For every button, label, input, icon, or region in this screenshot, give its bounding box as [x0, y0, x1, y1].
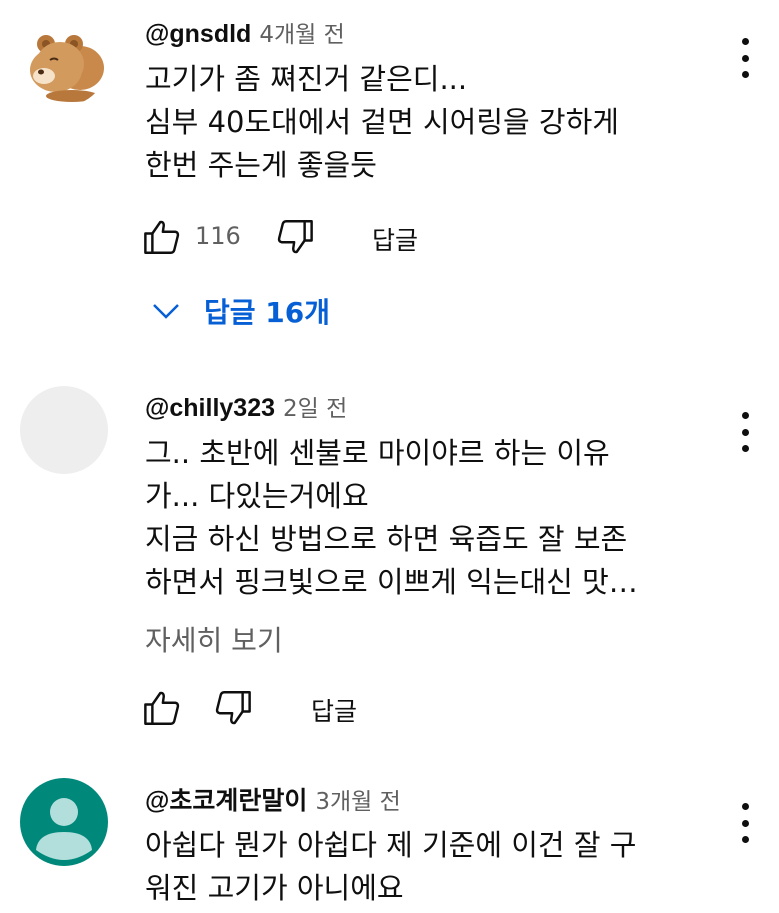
- comment-author[interactable]: @초코계란말이: [145, 787, 307, 815]
- avatar[interactable]: [20, 778, 108, 866]
- comment-line: 가... 다있는거에요: [145, 479, 369, 513]
- comment-text: 그.. 초반에 센불로 마이야르 하는 이유 가... 다있는거에요 지금 하신…: [145, 432, 705, 604]
- comment-text: 고기가 좀 쪄진거 같은디... 심부 40도대에서 겉면 시어링을 강하게 한…: [145, 58, 705, 187]
- like-button[interactable]: [137, 683, 187, 733]
- comment-line: 아쉽다 뭔가 아쉽다 제 기준에 이건 잘 구: [145, 828, 637, 862]
- comment-actions: 116 답글: [137, 212, 457, 262]
- comment-menu-button[interactable]: [733, 412, 757, 452]
- avatar[interactable]: [20, 18, 108, 106]
- comment-line: 지금 하신 방법으로 하면 육즙도 잘 보존: [145, 522, 628, 556]
- comment-line: 고기가 좀 쪄진거 같은디...: [145, 62, 468, 96]
- thumbs-down-icon: [215, 691, 251, 725]
- comment-timestamp[interactable]: 3개월 전: [315, 789, 400, 815]
- chevron-down-icon: [153, 304, 179, 319]
- comment-actions: 답글: [137, 683, 397, 733]
- comment-menu-button[interactable]: [733, 38, 757, 78]
- comment-line: 심부 40도대에서 겉면 시어링을 강하게: [145, 105, 619, 139]
- more-vert-icon: [741, 412, 749, 419]
- more-vert-icon: [741, 803, 749, 810]
- comment-author[interactable]: @chilly323: [145, 394, 275, 422]
- read-more-link[interactable]: 자세히 보기: [145, 619, 283, 659]
- view-replies-button[interactable]: 답글 16개: [150, 289, 330, 333]
- reply-button[interactable]: 답글: [372, 221, 418, 257]
- default-person-icon: [36, 798, 92, 860]
- like-count: 116: [195, 222, 241, 250]
- thumbs-down-icon: [277, 220, 313, 254]
- comment-author[interactable]: @gnsdld: [145, 20, 251, 48]
- thumbs-up-icon: [144, 691, 180, 725]
- comment-line: 그.. 초반에 센불로 마이야르 하는 이유: [145, 436, 610, 470]
- dislike-button[interactable]: [270, 212, 320, 262]
- bear-avatar-icon: [20, 18, 108, 106]
- comment-line: 한번 주는게 좋을듯: [145, 148, 377, 182]
- comment-line: 하면서 핑크빛으로 이쁘게 익는대신 맛…: [145, 565, 638, 599]
- reply-button[interactable]: 답글: [311, 692, 357, 728]
- thumbs-up-icon: [144, 220, 180, 254]
- comment-timestamp[interactable]: 2일 전: [283, 396, 347, 422]
- replies-count-label: 답글 16개: [204, 296, 330, 329]
- comment-menu-button[interactable]: [733, 803, 757, 843]
- comment-text: 아쉽다 뭔가 아쉽다 제 기준에 이건 잘 구 워진 고기가 아니에요: [145, 824, 705, 910]
- more-vert-icon: [741, 38, 749, 45]
- like-button[interactable]: [137, 212, 187, 262]
- dislike-button[interactable]: [208, 683, 258, 733]
- avatar[interactable]: [20, 386, 108, 474]
- comment-timestamp[interactable]: 4개월 전: [259, 22, 344, 48]
- comment-line: 워진 고기가 아니에요: [145, 871, 404, 905]
